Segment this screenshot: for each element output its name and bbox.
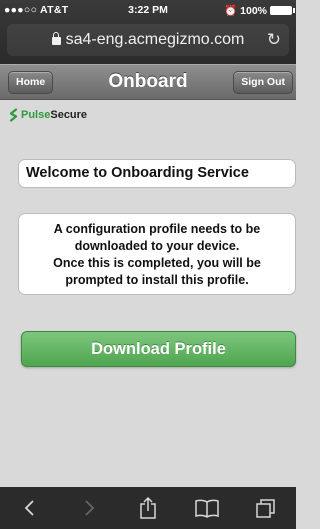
share-icon[interactable]: [128, 493, 168, 523]
info-message: A configuration profile needs to be down…: [18, 213, 296, 295]
battery-percent: 100%: [240, 4, 267, 17]
reload-icon[interactable]: ↻: [267, 30, 281, 50]
info-line: prompted to install this profile.: [65, 273, 249, 287]
lock-icon: [51, 32, 61, 45]
main-content: PulseSecure Welcome to Onboarding Servic…: [0, 101, 296, 487]
browser-chrome: ●●●○○ AT&T 3:22 PM ⏰ 100% sa4-eng.acmegi…: [0, 0, 296, 64]
bookmarks-icon[interactable]: [187, 493, 227, 523]
pulse-logo-icon: [9, 108, 18, 122]
battery-icon: [270, 6, 295, 15]
alarm-icon: ⏰: [224, 5, 238, 17]
info-line: downloaded to your device.: [74, 239, 240, 253]
tabs-icon[interactable]: [246, 493, 286, 523]
forward-icon[interactable]: [69, 493, 109, 523]
welcome-message: Welcome to Onboarding Service: [18, 159, 296, 188]
back-icon[interactable]: [10, 493, 50, 523]
download-profile-button[interactable]: Download Profile: [21, 331, 296, 367]
info-line: Once this is completed, you will be: [53, 256, 261, 270]
url-text: sa4-eng.acmegizmo.com: [65, 31, 245, 48]
pulse-secure-logo: PulseSecure: [9, 108, 87, 122]
status-bar: ●●●○○ AT&T 3:22 PM ⏰ 100%: [0, 0, 296, 20]
sign-out-button[interactable]: Sign Out: [233, 71, 293, 94]
logo-secure-text: Secure: [50, 109, 88, 121]
info-line: A configuration profile needs to be: [53, 222, 261, 236]
app-header: Home Onboard Sign Out: [0, 64, 296, 100]
logo-pulse-text: Pulse: [21, 109, 51, 121]
battery-status: ⏰ 100%: [224, 4, 295, 17]
browser-toolbar: [0, 487, 296, 529]
address-bar[interactable]: sa4-eng.acmegizmo.com ↻: [7, 24, 289, 56]
